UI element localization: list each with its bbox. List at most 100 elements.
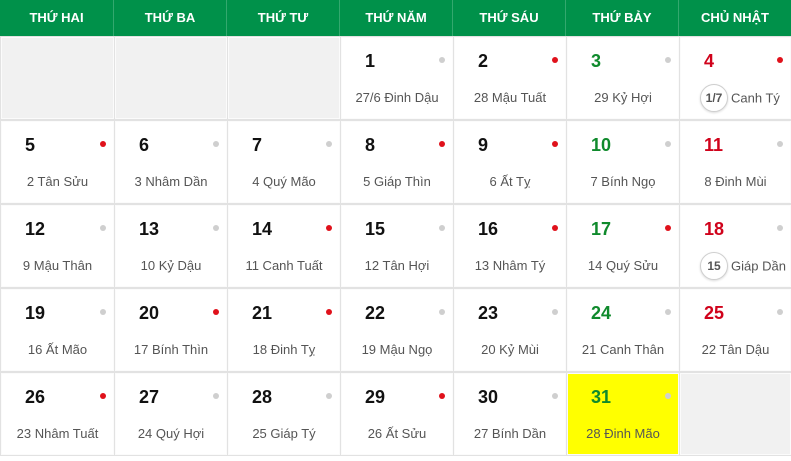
day-cell[interactable]: 29 26 Ất Sửu	[340, 372, 454, 456]
solar-day-number: 21	[252, 303, 273, 323]
gray-dot-icon	[777, 141, 783, 147]
solar-day-number: 28	[252, 387, 273, 407]
gray-dot-icon	[213, 393, 219, 399]
gray-dot-icon	[552, 309, 558, 315]
lunar-date: 5 Giáp Thìn	[363, 174, 431, 189]
solar-day-number: 9	[478, 135, 489, 155]
week-row: 19 16 Ất Mão 20 17 Bính Thìn 21 18 Đinh Tỵ 22 1…	[0, 288, 791, 372]
day-cell[interactable]: 15 12 Tân Hợi	[340, 204, 454, 288]
solar-day-number: 13	[139, 219, 160, 239]
week-row: 5 2 Tân Sửu 6 3 Nhâm Dần 7 4 Quý Mão 8 5 Giáp T…	[0, 120, 791, 204]
red-dot-icon	[213, 309, 219, 315]
gray-dot-icon	[439, 57, 445, 63]
lunar-date: 6 Ất Tỵ	[489, 174, 531, 189]
lunar-date: 24 Quý Hợi	[137, 426, 205, 441]
gray-dot-icon	[100, 225, 106, 231]
day-cell[interactable]: 3 29 Kỷ Hợi	[566, 36, 680, 120]
gray-dot-icon	[777, 225, 783, 231]
day-cell[interactable]: 18 15 Giáp Dần	[679, 204, 791, 288]
gray-dot-icon	[213, 225, 219, 231]
lunar-date-label: Giáp Dần	[731, 258, 786, 274]
red-dot-icon	[439, 393, 445, 399]
lunar-date: 7 Bính Ngọ	[590, 174, 656, 189]
lunar-date: 10 Kỷ Dậu	[140, 258, 202, 273]
gray-dot-icon	[665, 309, 671, 315]
solar-day-number: 23	[478, 303, 499, 323]
day-cell[interactable]: 19 16 Ất Mão	[0, 288, 115, 372]
day-cell[interactable]: 2 28 Mậu Tuất	[453, 36, 567, 120]
lunar-date: 27/6 Đinh Dậu	[355, 90, 439, 105]
red-dot-icon	[439, 141, 445, 147]
solar-day-number: 18	[704, 219, 725, 239]
solar-day-number: 15	[365, 219, 386, 239]
day-cell[interactable]: 27 24 Quý Hợi	[114, 372, 228, 456]
solar-day-number: 7	[252, 135, 263, 155]
day-cell[interactable]: 25 22 Tân Dậu	[679, 288, 791, 372]
day-cell[interactable]: 4 1/7 Canh Tý	[679, 36, 791, 120]
day-cell[interactable]: 7 4 Quý Mão	[227, 120, 341, 204]
day-cell[interactable]: 26 23 Nhâm Tuất	[0, 372, 115, 456]
lunar-date: 29 Kỷ Hợi	[594, 90, 652, 105]
solar-day-number: 16	[478, 219, 499, 239]
lunar-date: 4 Quý Mão	[252, 174, 316, 189]
day-cell[interactable]: 14 11 Canh Tuất	[227, 204, 341, 288]
lunar-date: 1/7 Canh Tý	[700, 84, 791, 112]
weekday-header-5: THỨ SÁU	[453, 0, 566, 36]
day-cell[interactable]: 24 21 Canh Thân	[566, 288, 680, 372]
solar-day-number: 29	[365, 387, 386, 407]
day-cell[interactable]: 6 3 Nhâm Dần	[114, 120, 228, 204]
lunar-date: 28 Đinh Mão	[586, 426, 660, 441]
solar-day-number: 22	[365, 303, 386, 323]
lunar-date: 20 Kỷ Mùi	[481, 342, 539, 357]
day-cell[interactable]: 17 14 Quý Sửu	[566, 204, 680, 288]
lunar-month-badge: 15	[700, 252, 728, 280]
solar-day-number: 31	[591, 387, 612, 407]
day-cell[interactable]: 13 10 Kỷ Dậu	[114, 204, 228, 288]
gray-dot-icon	[552, 393, 558, 399]
day-cell[interactable]: 11 8 Đinh Mùi	[679, 120, 791, 204]
gray-dot-icon	[326, 393, 332, 399]
red-dot-icon	[100, 141, 106, 147]
lunar-date: 3 Nhâm Dần	[134, 174, 208, 189]
lunar-date: 2 Tân Sửu	[26, 174, 89, 189]
day-cell-today[interactable]: 31 28 Đinh Mão	[566, 372, 680, 456]
empty-day-cell	[0, 36, 115, 120]
day-cell[interactable]: 12 9 Mậu Thân	[0, 204, 115, 288]
red-dot-icon	[100, 393, 106, 399]
solar-day-number: 17	[591, 219, 612, 239]
solar-day-number: 19	[25, 303, 46, 323]
lunar-date: 17 Bính Thìn	[133, 342, 209, 357]
day-cell[interactable]: 16 13 Nhâm Tý	[453, 204, 567, 288]
gray-dot-icon	[439, 225, 445, 231]
solar-day-number: 8	[365, 135, 376, 155]
lunar-date: 14 Quý Sửu	[587, 258, 659, 273]
day-cell[interactable]: 20 17 Bính Thìn	[114, 288, 228, 372]
day-cell[interactable]: 10 7 Bính Ngọ	[566, 120, 680, 204]
day-cell[interactable]: 8 5 Giáp Thìn	[340, 120, 454, 204]
gray-dot-icon	[665, 393, 671, 399]
day-cell[interactable]: 22 19 Mậu Ngọ	[340, 288, 454, 372]
day-cell[interactable]: 1 27/6 Đinh Dậu	[340, 36, 454, 120]
week-row: 26 23 Nhâm Tuất 27 24 Quý Hợi 28 25 Giáp Tý 29…	[0, 372, 791, 456]
solar-day-number: 14	[252, 219, 273, 239]
day-cell[interactable]: 23 20 Kỷ Mùi	[453, 288, 567, 372]
lunar-date: 23 Nhâm Tuất	[16, 426, 99, 441]
day-cell[interactable]: 5 2 Tân Sửu	[0, 120, 115, 204]
gray-dot-icon	[100, 309, 106, 315]
day-cell[interactable]: 21 18 Đinh Tỵ	[227, 288, 341, 372]
day-cell[interactable]: 30 27 Bính Dần	[453, 372, 567, 456]
empty-day-cell	[227, 36, 341, 120]
solar-day-number: 3	[591, 51, 602, 71]
weekday-header-1: THỨ HAI	[0, 0, 114, 36]
solar-day-number: 26	[25, 387, 46, 407]
gray-dot-icon	[439, 309, 445, 315]
day-cell[interactable]: 28 25 Giáp Tý	[227, 372, 341, 456]
day-cell[interactable]: 9 6 Ất Tỵ	[453, 120, 567, 204]
solar-day-number: 25	[704, 303, 725, 323]
weekday-header-7: CHỦ NHẬT	[701, 10, 769, 25]
week-row: 1 27/6 Đinh Dậu 2 28 Mậu Tuất 3 29 Kỷ Hợi 4 1/7…	[0, 36, 791, 120]
gray-dot-icon	[213, 141, 219, 147]
weekday-header-3: THỨ TƯ	[227, 0, 340, 36]
red-dot-icon	[777, 57, 783, 63]
lunar-date: 25 Giáp Tý	[252, 426, 316, 441]
